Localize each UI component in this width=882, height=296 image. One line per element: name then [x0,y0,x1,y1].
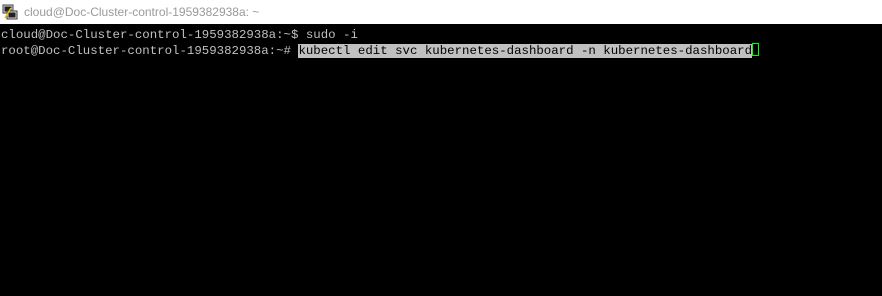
shell-command: sudo -i [305,28,358,42]
terminal-line: root@Doc-Cluster-control-1959382938a:~# … [0,43,882,58]
title-bar[interactable]: cloud@Doc-Cluster-control-1959382938a: ~ [0,0,882,24]
terminal-area[interactable]: cloud@Doc-Cluster-control-1959382938a:~$… [0,24,882,296]
terminal-line: cloud@Doc-Cluster-control-1959382938a:~$… [0,28,882,43]
shell-prompt: root@Doc-Cluster-control-1959382938a:~# [1,44,299,58]
shell-prompt: cloud@Doc-Cluster-control-1959382938a:~$ [1,28,306,42]
putty-window: cloud@Doc-Cluster-control-1959382938a: ~… [0,0,882,296]
window-title: cloud@Doc-Cluster-control-1959382938a: ~ [24,5,260,19]
putty-icon[interactable] [2,4,18,20]
terminal-cursor [752,43,760,56]
selected-command[interactable]: kubectl edit svc kubernetes-dashboard -n… [298,44,753,58]
